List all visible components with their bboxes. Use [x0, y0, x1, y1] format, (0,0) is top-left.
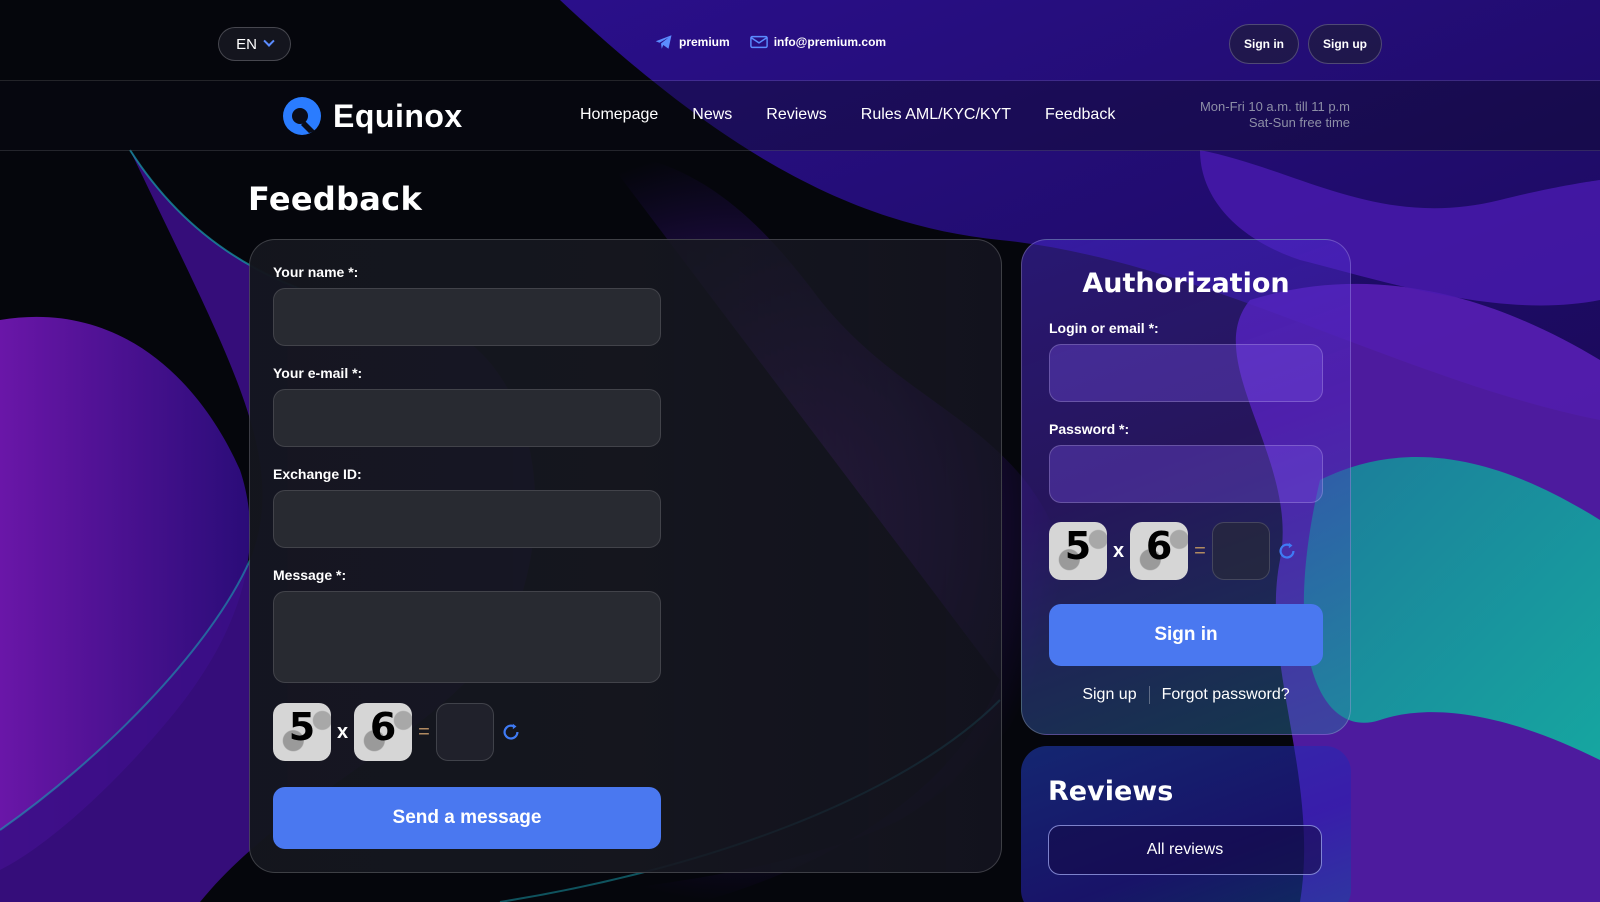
login-input[interactable] — [1049, 344, 1323, 402]
feedback-form: Your name *: Your e-mail *: Exchange ID:… — [249, 239, 1002, 873]
all-reviews-button[interactable]: All reviews — [1048, 825, 1322, 875]
nav-item-rules[interactable]: Rules AML/KYC/KYT — [861, 106, 1011, 124]
signin-button[interactable]: Sign in — [1049, 604, 1323, 666]
top-bar: EN premium info@premium.com Sign in Sign… — [0, 0, 1600, 81]
captcha-digit-b: 6 — [354, 703, 413, 761]
email-field-group: Your e-mail *: — [273, 365, 661, 447]
nav-item-news[interactable]: News — [692, 106, 732, 124]
telegram-link[interactable]: premium — [655, 34, 730, 50]
contacts: premium info@premium.com — [655, 34, 886, 50]
email-input[interactable] — [273, 389, 661, 447]
equinox-logo-icon — [283, 97, 321, 135]
captcha-digit-a: 5 — [1049, 522, 1107, 580]
send-message-button[interactable]: Send a message — [273, 787, 661, 849]
captcha-digit-a: 5 — [273, 703, 331, 761]
message-label: Message *: — [273, 567, 347, 583]
email-label: info@premium.com — [773, 35, 887, 49]
captcha-answer-input[interactable] — [435, 703, 494, 761]
captcha-digit-b: 6 — [1130, 522, 1189, 580]
nav-item-reviews[interactable]: Reviews — [766, 106, 826, 124]
auth-captcha: 5 x 6 = — [1049, 522, 1298, 580]
nav-item-homepage[interactable]: Homepage — [580, 106, 658, 124]
working-hours: Mon-Fri 10 a.m. till 11 p.m Sat-Sun free… — [1200, 99, 1350, 131]
header-signin-button[interactable]: Sign in — [1229, 24, 1299, 64]
telegram-icon — [655, 35, 672, 49]
name-field-group: Your name *: — [273, 264, 661, 346]
header-auth-buttons: Sign in Sign up — [1229, 24, 1382, 64]
exchange-id-label: Exchange ID: — [273, 466, 362, 482]
hours-weekend: Sat-Sun free time — [1248, 115, 1350, 130]
language-label: EN — [236, 35, 257, 53]
password-label: Password *: — [1049, 421, 1130, 437]
name-input[interactable] — [273, 288, 661, 346]
exchange-id-input[interactable] — [273, 490, 661, 548]
link-divider — [1148, 686, 1150, 704]
chevron-down-icon — [263, 35, 275, 47]
email-label: Your e-mail *: — [273, 365, 363, 381]
auth-links: Sign up Forgot password? — [1022, 686, 1350, 704]
captcha-answer-input[interactable] — [1211, 522, 1270, 580]
forgot-password-link[interactable]: Forgot password? — [1162, 686, 1290, 704]
message-field-group: Message *: — [273, 567, 661, 683]
header-signup-button[interactable]: Sign up — [1308, 24, 1382, 64]
captcha-equals: = — [418, 720, 430, 743]
refresh-icon[interactable] — [500, 721, 522, 743]
login-field-group: Login or email *: — [1049, 320, 1323, 402]
language-selector[interactable]: EN — [218, 27, 291, 61]
hours-weekdays: Mon-Fri 10 a.m. till 11 p.m — [1199, 99, 1350, 114]
reviews-title: Reviews — [1048, 776, 1174, 807]
password-input[interactable] — [1049, 445, 1323, 503]
authorization-panel: Authorization Login or email *: Password… — [1021, 239, 1351, 735]
captcha-operator: x — [1113, 539, 1125, 562]
email-link[interactable]: info@premium.com — [749, 34, 887, 50]
refresh-icon[interactable] — [1276, 540, 1298, 562]
name-label: Your name *: — [273, 264, 359, 280]
authorization-title: Authorization — [1082, 268, 1290, 299]
captcha-operator: x — [337, 720, 349, 743]
password-field-group: Password *: — [1049, 421, 1323, 503]
brand-logo[interactable]: Equinox — [281, 95, 463, 137]
feedback-captcha: 5 x 6 = — [273, 703, 522, 761]
mail-icon — [749, 35, 768, 49]
captcha-equals: = — [1194, 539, 1206, 562]
brand-name: Equinox — [333, 97, 463, 134]
login-label: Login or email *: — [1049, 320, 1159, 336]
signup-link[interactable]: Sign up — [1082, 686, 1136, 704]
nav-menu: Homepage News Reviews Rules AML/KYC/KYT … — [580, 106, 1115, 124]
reviews-panel: Reviews All reviews — [1021, 746, 1351, 902]
exchange-id-field-group: Exchange ID: — [273, 466, 661, 548]
main-navigation-bar: Equinox Homepage News Reviews Rules AML/… — [0, 81, 1600, 151]
page-title: Feedback — [248, 180, 423, 218]
telegram-label: premium — [679, 35, 730, 49]
message-textarea[interactable] — [273, 591, 661, 683]
nav-item-feedback[interactable]: Feedback — [1045, 106, 1115, 124]
